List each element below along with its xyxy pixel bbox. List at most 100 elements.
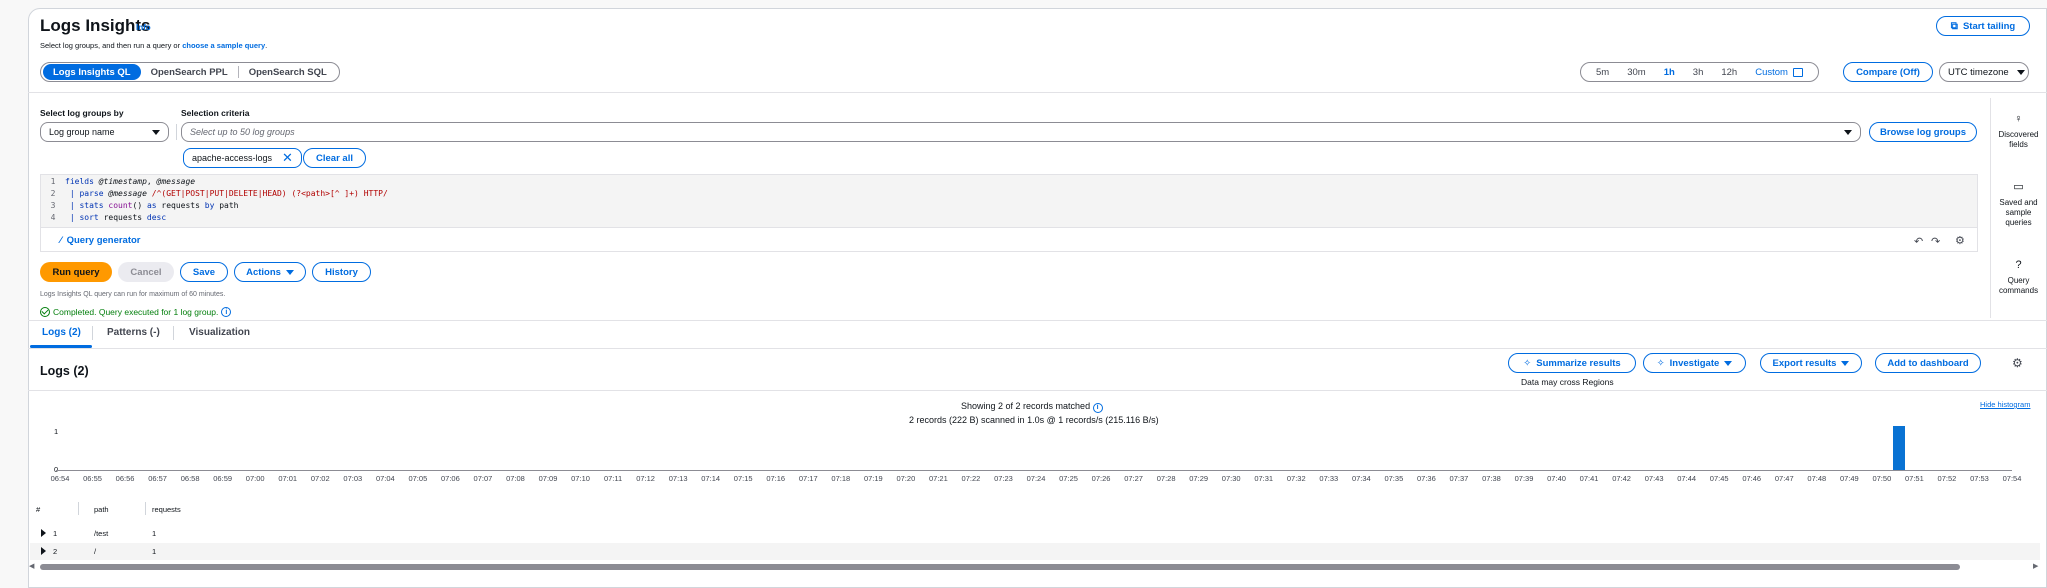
x-tick-label: 07:22 [961, 474, 981, 483]
x-tick-label: 07:48 [1807, 474, 1827, 483]
x-tick-label: 07:11 [603, 474, 623, 483]
caret-down-icon [1724, 360, 1733, 366]
x-tick-label: 07:14 [701, 474, 721, 483]
actions-button[interactable]: Actions [234, 262, 306, 282]
expand-icon[interactable] [41, 529, 46, 537]
time-5m[interactable]: 5m [1587, 67, 1618, 78]
time-range-selector: 5m 30m 1h 3h 12h Custom [1580, 62, 1819, 82]
x-tick-label: 06:56 [115, 474, 135, 483]
x-tick-label: 07:01 [278, 474, 298, 483]
caret-down-icon [2016, 69, 2025, 75]
add-to-dashboard-button[interactable]: Add to dashboard [1875, 353, 1981, 373]
col-header-index: # [36, 505, 41, 514]
start-tailing-button[interactable]: ⧉ Start tailing [1936, 16, 2030, 36]
x-tick-label: 07:18 [831, 474, 851, 483]
info-icon[interactable]: i [221, 307, 232, 317]
col-header-path[interactable]: path [94, 505, 109, 514]
x-tick-label: 07:09 [538, 474, 558, 483]
x-tick-label: 07:41 [1579, 474, 1599, 483]
caret-down-icon [1844, 129, 1852, 135]
x-tick-label: 07:20 [896, 474, 916, 483]
divider [28, 320, 2047, 321]
cancel-button[interactable]: Cancel [118, 262, 174, 282]
x-tick-label: 07:40 [1547, 474, 1566, 483]
calendar-icon [1792, 67, 1803, 77]
caret-down-icon [1841, 360, 1850, 366]
x-tick-label: 07:31 [1254, 474, 1274, 483]
table-row[interactable]: 1 /test 1 [30, 525, 2040, 542]
x-tick-label: 07:03 [343, 474, 363, 483]
col-header-requests[interactable]: requests [152, 505, 181, 514]
cross-regions-note: Data may cross Regions [1521, 377, 1614, 387]
x-tick-label: 07:54 [2002, 474, 2022, 483]
page-title: Logs Insights [40, 16, 151, 35]
info-link[interactable]: Info [136, 23, 151, 32]
investigate-button[interactable]: ✧ Investigate [1643, 353, 1746, 373]
time-1h[interactable]: 1h [1655, 67, 1684, 78]
tab-visualization[interactable]: Visualization [189, 327, 250, 338]
x-tick-label: 07:52 [1937, 474, 1957, 483]
lang-logs-insights-ql[interactable]: Logs Insights QL [43, 64, 141, 80]
x-tick-label: 07:43 [1644, 474, 1664, 483]
select-by-dropdown[interactable]: Log group name [40, 122, 169, 142]
sparkle-icon: ✧ [1523, 357, 1532, 369]
time-3h[interactable]: 3h [1684, 67, 1713, 78]
x-tick-label: 07:17 [798, 474, 818, 483]
save-button[interactable]: Save [180, 262, 228, 282]
histogram-bar[interactable] [1893, 426, 1905, 470]
x-tick-label: 07:47 [1774, 474, 1794, 483]
run-query-button[interactable]: Run query [40, 262, 112, 282]
divider [28, 348, 2047, 349]
lang-opensearch-sql[interactable]: OpenSearch SQL [239, 64, 337, 80]
time-30m[interactable]: 30m [1618, 67, 1654, 78]
history-button[interactable]: History [312, 262, 371, 282]
scan-summary: 2 records (222 B) scanned in 1.0s @ 1 re… [909, 415, 1159, 425]
log-group-search[interactable]: Select up to 50 log groups [181, 122, 1861, 142]
editor-settings-icon[interactable]: ⚙ [1955, 234, 1965, 247]
browse-log-groups-button[interactable]: Browse log groups [1869, 122, 1977, 142]
summarize-results-button[interactable]: ✧ Summarize results [1508, 353, 1636, 373]
editor-toolbar [40, 228, 1978, 252]
x-tick-label: 07:35 [1384, 474, 1404, 483]
compare-button[interactable]: Compare (Off) [1843, 62, 1933, 82]
time-12h[interactable]: 12h [1712, 67, 1746, 78]
hide-histogram-link[interactable]: Hide histogram [1980, 400, 2030, 409]
timezone-select[interactable]: UTC timezone [1939, 62, 2029, 82]
horizontal-scrollbar[interactable] [40, 564, 1960, 570]
divider [78, 502, 79, 515]
page-subtitle: Select log groups, and then run a query … [40, 41, 268, 50]
expand-icon[interactable] [41, 547, 46, 555]
query-commands-button[interactable]: ? Query commands [1990, 260, 2047, 296]
tab-logs[interactable]: Logs (2) [42, 327, 81, 338]
tab-patterns[interactable]: Patterns (-) [107, 327, 160, 338]
undo-icon[interactable]: ↶ [1914, 235, 1923, 248]
time-custom[interactable]: Custom [1746, 67, 1812, 78]
saved-queries-button[interactable]: ▭ Saved and sample queries [1990, 182, 2047, 228]
x-tick-label: 07:02 [310, 474, 330, 483]
query-generator-link[interactable]: ⁄ Query generator [60, 235, 141, 246]
lang-opensearch-ppl[interactable]: OpenSearch PPL [141, 64, 238, 80]
close-icon[interactable]: ✕ [282, 151, 293, 164]
x-tick-label: 07:42 [1612, 474, 1631, 483]
x-tick-label: 07:30 [1221, 474, 1241, 483]
sample-query-link[interactable]: choose a sample query [182, 41, 265, 50]
export-results-button[interactable]: Export results [1760, 353, 1862, 373]
x-tick-label: 07:45 [1709, 474, 1729, 483]
x-tick-label: 07:13 [668, 474, 688, 483]
x-tick-label: 07:36 [1417, 474, 1436, 483]
scroll-right-arrow[interactable]: ▶ [2033, 562, 2038, 570]
x-tick-label: 07:07 [473, 474, 493, 483]
discovered-fields-button[interactable]: ♀ Discovered fields [1990, 114, 2047, 150]
query-editor[interactable]: 1 fields @timestamp, @message 2 | parse @… [40, 174, 1978, 228]
redo-icon[interactable]: ↷ [1931, 235, 1940, 248]
info-icon[interactable]: i [1092, 402, 1103, 413]
results-settings-icon[interactable]: ⚙ [2012, 356, 2023, 370]
clear-all-button[interactable]: Clear all [303, 148, 366, 168]
criteria-label: Selection criteria [181, 108, 250, 118]
scroll-left-arrow[interactable]: ◀ [29, 562, 34, 570]
x-tick-label: 07:50 [1872, 474, 1892, 483]
external-link-icon: ⧉ [1950, 20, 1958, 32]
query-duration-note: Logs Insights QL query can run for maxim… [40, 291, 226, 298]
x-tick-label: 07:15 [733, 474, 753, 483]
table-row[interactable]: 2 / 1 [30, 543, 2040, 560]
